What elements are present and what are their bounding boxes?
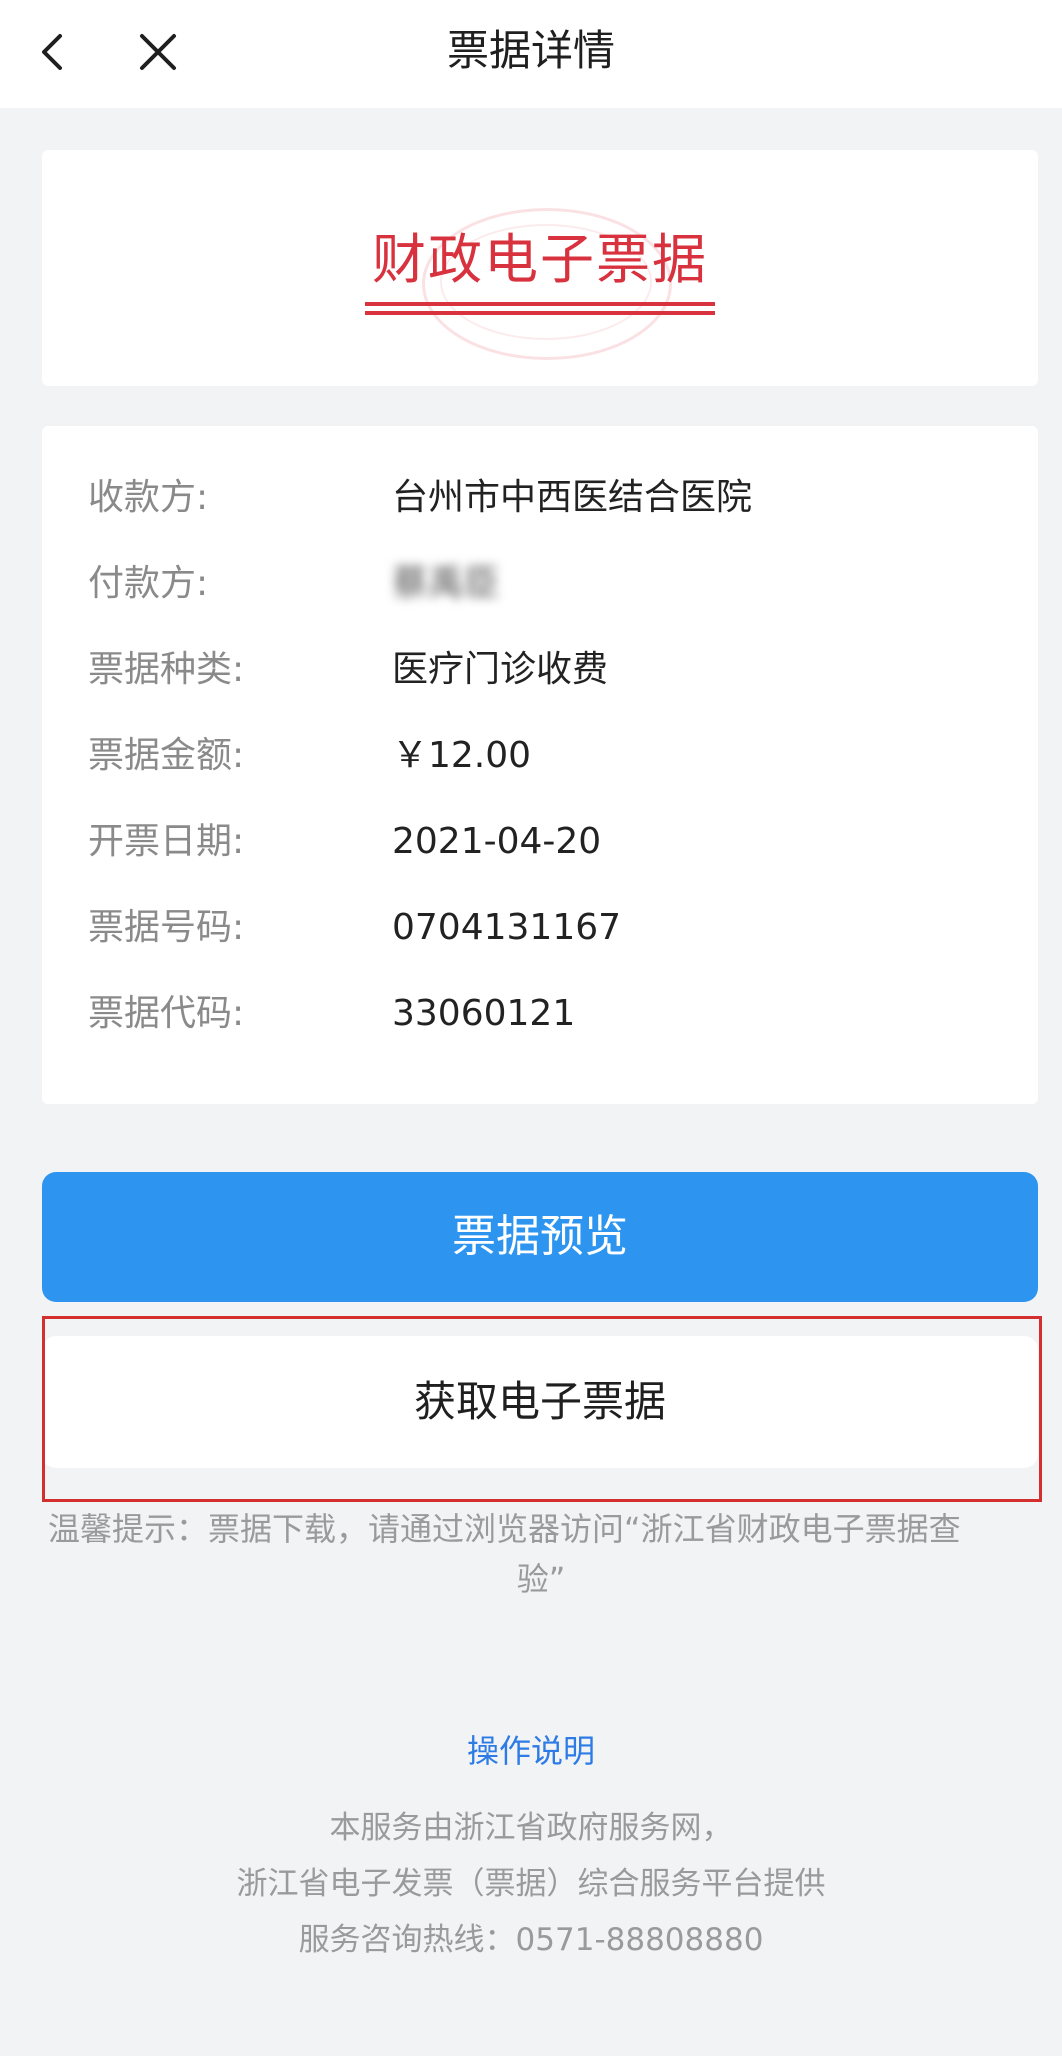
detail-label: 收款方: <box>88 477 209 518</box>
detail-row-code: 票据代码: 33060121 <box>88 984 988 1044</box>
detail-row-payer: 付款方: 蔡禹臣 <box>88 554 988 614</box>
detail-value: 2021-04-20 <box>392 821 602 862</box>
footer-info: 本服务由浙江省政府服务网， 浙江省电子发票（票据）综合服务平台提供 服务咨询热线… <box>0 1800 1062 1968</box>
get-electronic-invoice-button[interactable]: 获取电子票据 <box>42 1336 1038 1468</box>
footer-line: 本服务由浙江省政府服务网， <box>329 1810 733 1846</box>
page-title: 票据详情 <box>446 26 615 75</box>
detail-value-blurred: 蔡禹臣 <box>392 563 501 604</box>
detail-value: 33060121 <box>392 993 576 1034</box>
footer-hotline: 服务咨询热线：0571-88808880 <box>298 1922 764 1958</box>
detail-label: 票据金额: <box>88 735 245 776</box>
operation-guide-link[interactable]: 操作说明 <box>0 1726 1062 1772</box>
tip-line: 温馨提示：票据下载，请通过浏览器访问“浙江省财政电子票据查 <box>48 1510 961 1548</box>
detail-label: 票据种类: <box>88 649 245 690</box>
title-underline <box>365 311 715 315</box>
detail-value: 医疗门诊收费 <box>392 649 609 690</box>
detail-label: 开票日期: <box>88 821 245 862</box>
tip-line: 验” <box>516 1560 566 1598</box>
detail-row-amount: 票据金额: ￥12.00 <box>88 726 988 786</box>
detail-label: 付款方: <box>88 563 209 604</box>
top-navigation-bar: 票据详情 <box>0 0 1062 108</box>
detail-row-payee: 收款方: 台州市中西医结合医院 <box>88 468 988 528</box>
warm-tip: 温馨提示：票据下载，请通过浏览器访问“浙江省财政电子票据查 验” <box>48 1504 1034 1604</box>
invoice-title: 财政电子票据 <box>372 228 708 291</box>
footer-line: 浙江省电子发票（票据）综合服务平台提供 <box>236 1866 826 1902</box>
detail-value: ￥12.00 <box>392 735 532 776</box>
detail-label: 票据代码: <box>88 993 245 1034</box>
detail-row-number: 票据号码: 0704131167 <box>88 898 988 958</box>
title-underline <box>365 302 715 306</box>
detail-label: 票据号码: <box>88 907 245 948</box>
invoice-header-card: 财政电子票据 <box>42 150 1038 386</box>
invoice-preview-button[interactable]: 票据预览 <box>42 1172 1038 1302</box>
invoice-details-card: 收款方: 台州市中西医结合医院 付款方: 蔡禹臣 票据种类: 医疗门诊收费 票据… <box>42 426 1038 1104</box>
detail-value: 0704131167 <box>392 907 622 948</box>
detail-row-date: 开票日期: 2021-04-20 <box>88 812 988 872</box>
detail-value: 台州市中西医结合医院 <box>392 477 753 518</box>
detail-row-type: 票据种类: 医疗门诊收费 <box>88 640 988 700</box>
